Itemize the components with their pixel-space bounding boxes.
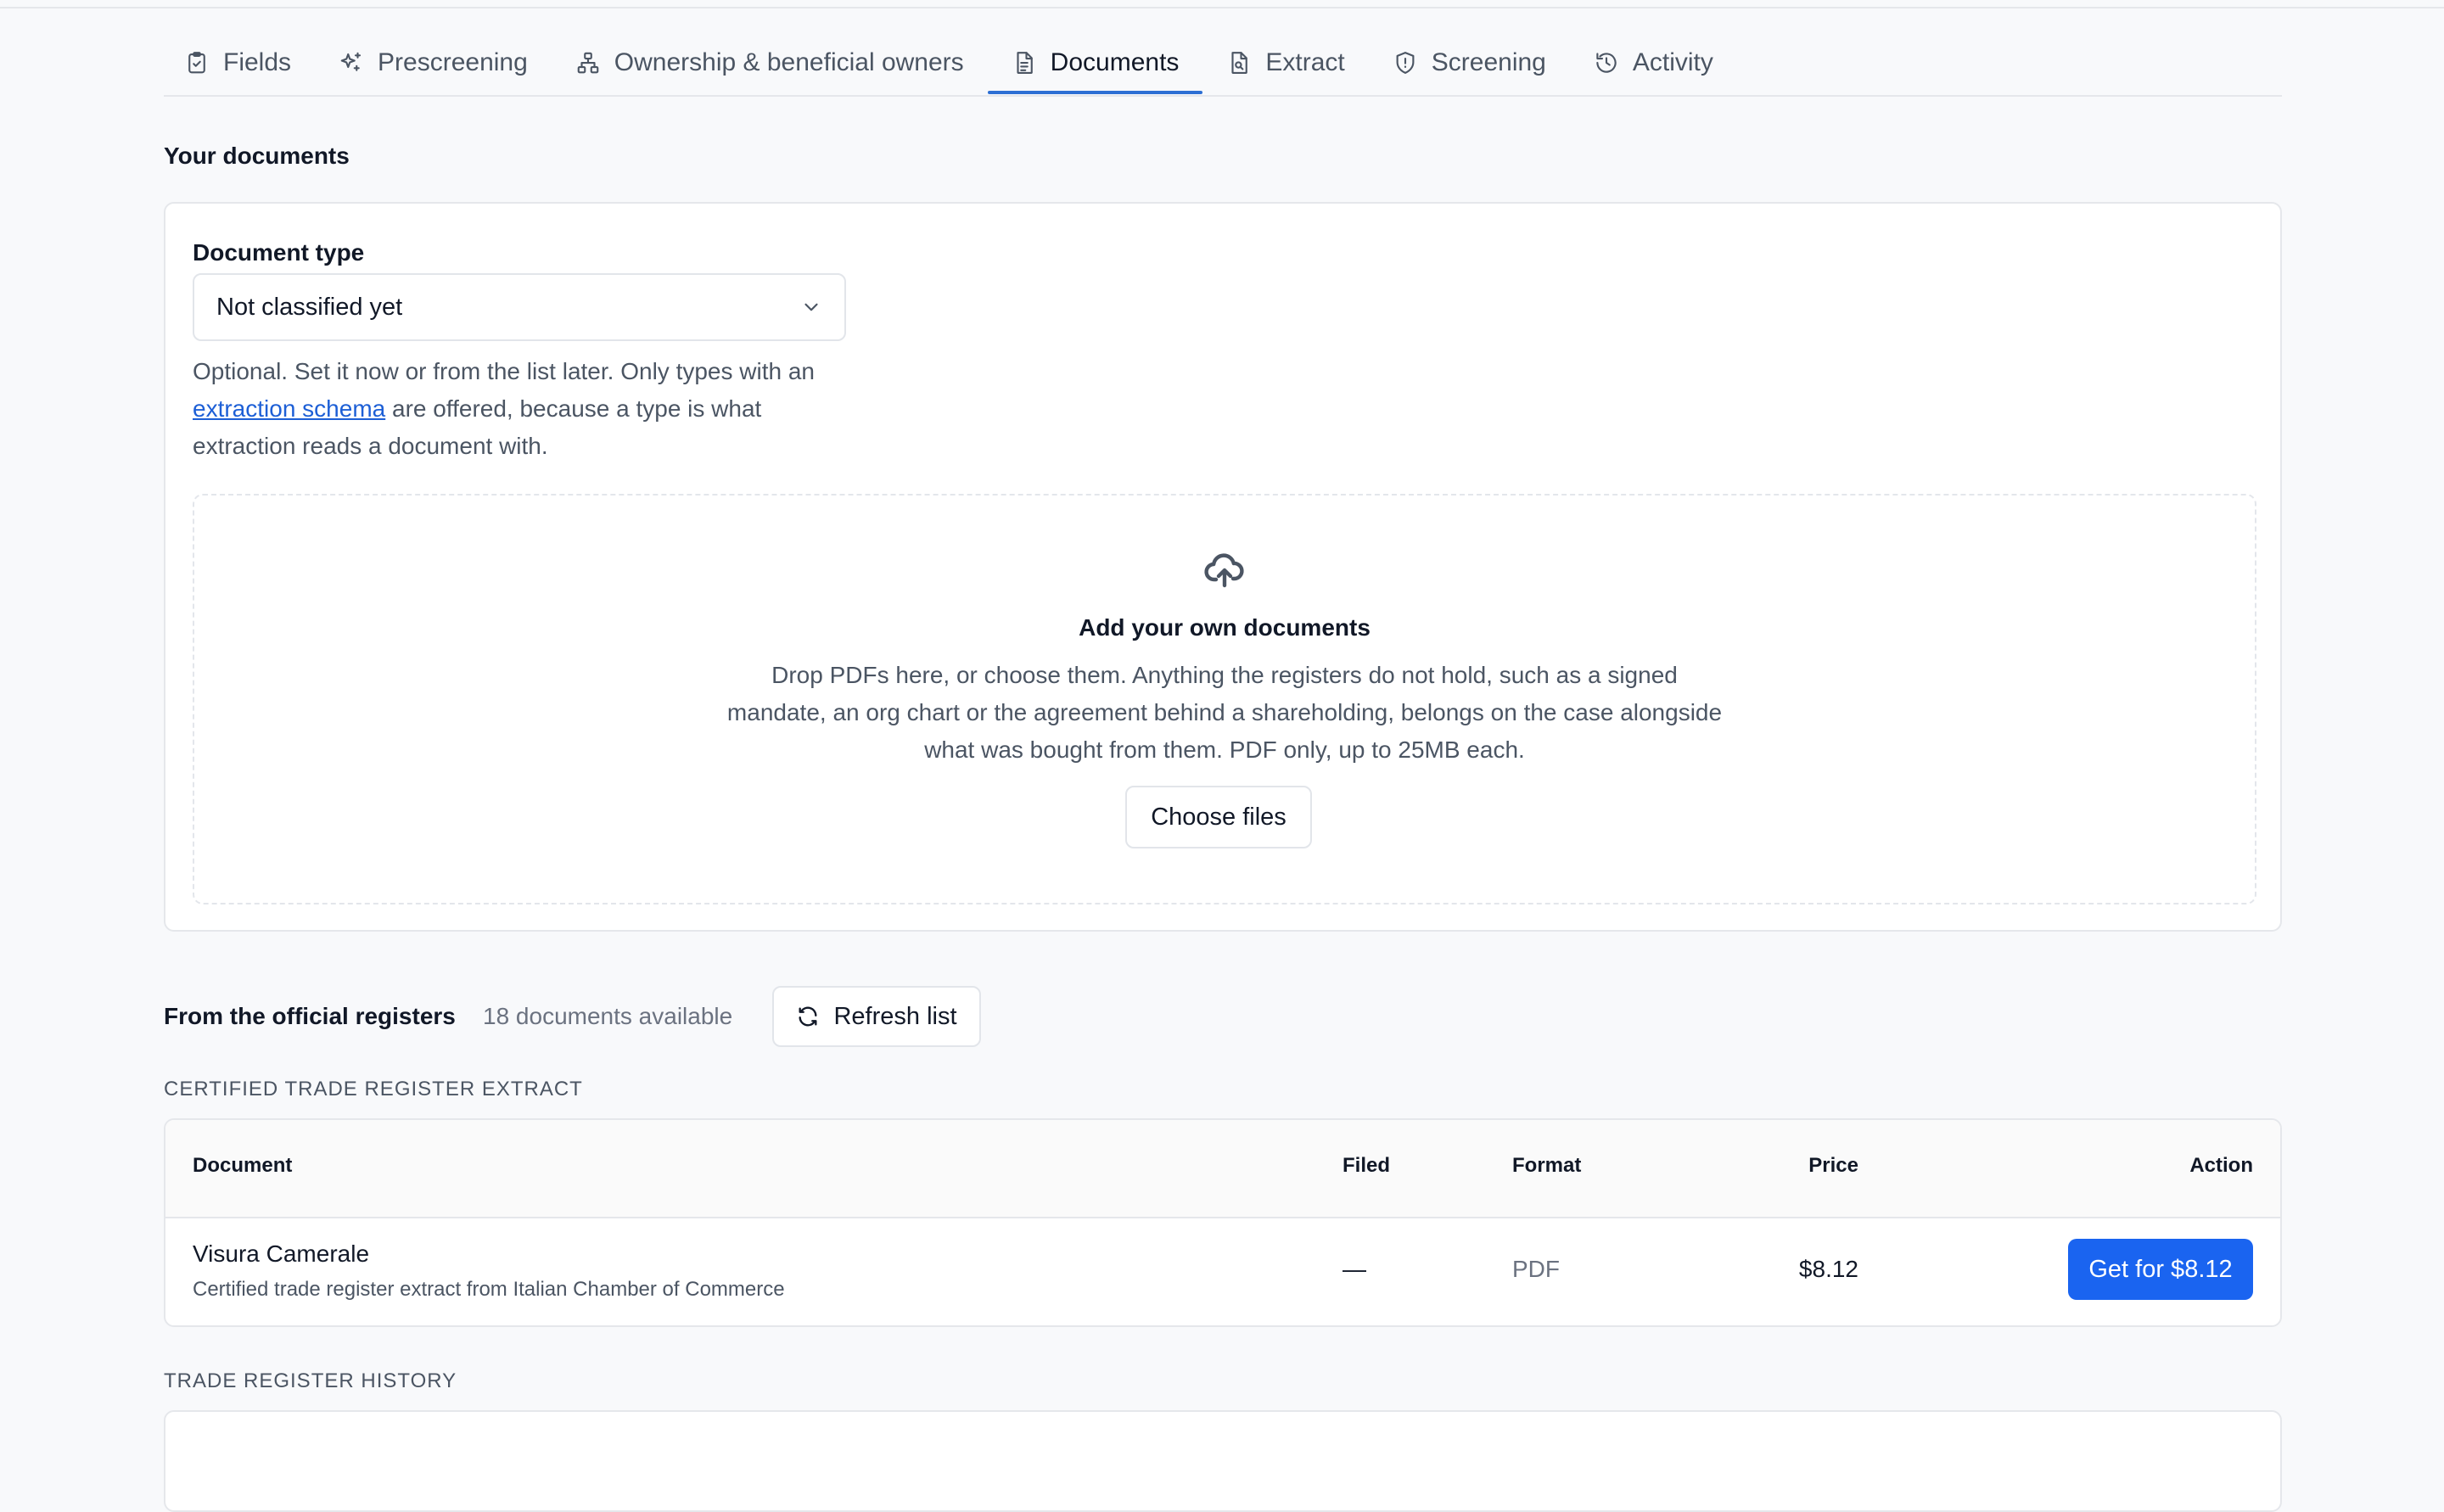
tab-extract[interactable]: Extract bbox=[1202, 36, 1368, 90]
tab-activity[interactable]: Activity bbox=[1570, 36, 1737, 90]
sparkles-icon bbox=[340, 52, 362, 71]
shield-alert-icon bbox=[1396, 52, 1415, 74]
upload-card: Document type Not classified yet Optiona… bbox=[164, 202, 2282, 932]
column-action: Action bbox=[2189, 1154, 2253, 1177]
clipboard-check-icon bbox=[188, 52, 205, 74]
tab-screening[interactable]: Screening bbox=[1369, 36, 1570, 90]
document-type-value: Not classified yet bbox=[216, 293, 403, 321]
dropzone-title: Add your own documents bbox=[1079, 614, 1371, 641]
document-type-help: Optional. Set it now or from the list la… bbox=[193, 353, 863, 465]
refresh-list-button[interactable]: Refresh list bbox=[772, 986, 981, 1047]
document-price: $8.12 bbox=[1798, 1256, 1858, 1282]
history-icon bbox=[1596, 53, 1617, 73]
group-heading: CERTIFIED TRADE REGISTER EXTRACT bbox=[164, 1078, 583, 1100]
column-document: Document bbox=[193, 1154, 293, 1177]
help-text: Optional. Set it now or from the list la… bbox=[193, 358, 815, 384]
tab-prescreening[interactable]: Prescreening bbox=[315, 36, 552, 90]
column-filed: Filed bbox=[1343, 1154, 1391, 1177]
document-icon bbox=[1017, 52, 1033, 74]
document-description: Certified trade register extract from It… bbox=[193, 1278, 785, 1301]
tab-label: Fields bbox=[223, 48, 292, 76]
buy-document-button[interactable]: Get for $8.12 bbox=[2068, 1239, 2253, 1300]
document-format: PDF bbox=[1512, 1256, 1560, 1282]
tab-bar: Fields Prescreening Ownership & benefici… bbox=[164, 36, 2282, 97]
org-chart-icon bbox=[577, 52, 599, 74]
page: Fields Prescreening Ownership & benefici… bbox=[0, 0, 2444, 1512]
dropzone-description: Drop PDFs here, or choose them. Anything… bbox=[726, 662, 1723, 763]
tab-label: Screening bbox=[1431, 48, 1546, 76]
table-header: Document Filed Format Price Action bbox=[165, 1120, 2280, 1218]
tab-label: Extract bbox=[1265, 48, 1345, 76]
tab-label: Activity bbox=[1632, 48, 1713, 76]
document-type-select[interactable]: Not classified yet bbox=[193, 273, 846, 341]
tab-documents[interactable]: Documents bbox=[987, 36, 1203, 94]
tab-label: Documents bbox=[1050, 48, 1180, 76]
column-format: Format bbox=[1512, 1154, 1582, 1177]
registers-title: From the official registers bbox=[164, 1003, 456, 1029]
tab-ownership[interactable]: Ownership & beneficial owners bbox=[552, 36, 988, 90]
refresh-list-label: Refresh list bbox=[833, 1002, 957, 1030]
document-type-label: Document type bbox=[193, 239, 365, 266]
documents-table: Document Filed Format Price Action Visur… bbox=[164, 1118, 2282, 1327]
your-documents-title: Your documents bbox=[164, 143, 350, 169]
chevron-down-icon bbox=[804, 303, 818, 311]
document-name: Visura Camerale bbox=[193, 1240, 370, 1267]
tab-label: Ownership & beneficial owners bbox=[614, 48, 964, 76]
file-dropzone[interactable]: Add your own documents Drop PDFs here, o… bbox=[193, 494, 2256, 904]
tab-fields[interactable]: Fields bbox=[164, 36, 315, 90]
history-table bbox=[164, 1410, 2282, 1512]
documents-available-count: 18 documents available bbox=[483, 1003, 733, 1029]
choose-files-button[interactable]: Choose files bbox=[1125, 786, 1312, 848]
file-search-icon bbox=[1231, 52, 1248, 74]
cloud-upload-icon bbox=[1204, 553, 1244, 588]
group-heading: TRADE REGISTER HISTORY bbox=[164, 1369, 457, 1392]
refresh-icon bbox=[799, 1006, 817, 1027]
column-price: Price bbox=[1808, 1154, 1858, 1177]
top-divider bbox=[0, 7, 2444, 8]
extraction-schema-link[interactable]: extraction schema bbox=[193, 395, 385, 422]
document-filed: — bbox=[1343, 1256, 1366, 1282]
tab-label: Prescreening bbox=[378, 48, 528, 76]
